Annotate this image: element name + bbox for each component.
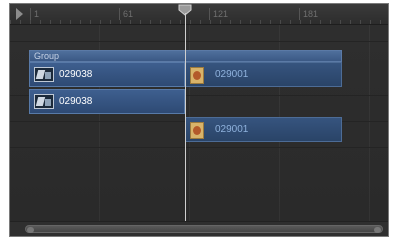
clip-029001[interactable]: 029001 xyxy=(185,62,342,87)
ruler-tick-label: 121 xyxy=(209,8,228,20)
image-clip-icon xyxy=(190,67,204,84)
ruler-minor-ticks xyxy=(10,20,388,24)
clip-label: 029038 xyxy=(59,69,93,80)
tracks-area[interactable]: Group 029038 029001 029038 029001 xyxy=(10,25,388,222)
clip-029001[interactable]: 029001 xyxy=(185,117,342,142)
ruler-tick-label: 181 xyxy=(299,8,318,20)
timeline-panel: 1 61 121 181 Group 029038 029001 029038 xyxy=(9,3,389,237)
scroll-right-handle[interactable] xyxy=(374,227,381,233)
clip-label: 029038 xyxy=(59,96,93,107)
timeline-ruler[interactable]: 1 61 121 181 xyxy=(10,4,388,25)
clip-label: 029001 xyxy=(215,124,249,135)
video-clip-icon xyxy=(34,94,54,109)
scrollbar-thumb[interactable] xyxy=(25,225,383,233)
group-label: Group xyxy=(34,51,60,61)
clip-029038[interactable]: 029038 xyxy=(29,62,185,87)
track-divider xyxy=(10,147,388,148)
horizontal-scrollbar[interactable] xyxy=(10,221,388,236)
clip-029038[interactable]: 029038 xyxy=(29,89,185,114)
ruler-tick-label: 1 xyxy=(30,8,39,20)
ruler-tick-label: 61 xyxy=(119,8,133,20)
clip-label: 029001 xyxy=(215,69,249,80)
image-clip-icon xyxy=(190,122,204,139)
playhead-line[interactable] xyxy=(185,13,186,225)
video-clip-icon xyxy=(34,67,54,82)
play-marker-icon[interactable] xyxy=(16,8,23,20)
track-divider xyxy=(10,41,388,42)
scroll-left-handle[interactable] xyxy=(27,227,34,233)
